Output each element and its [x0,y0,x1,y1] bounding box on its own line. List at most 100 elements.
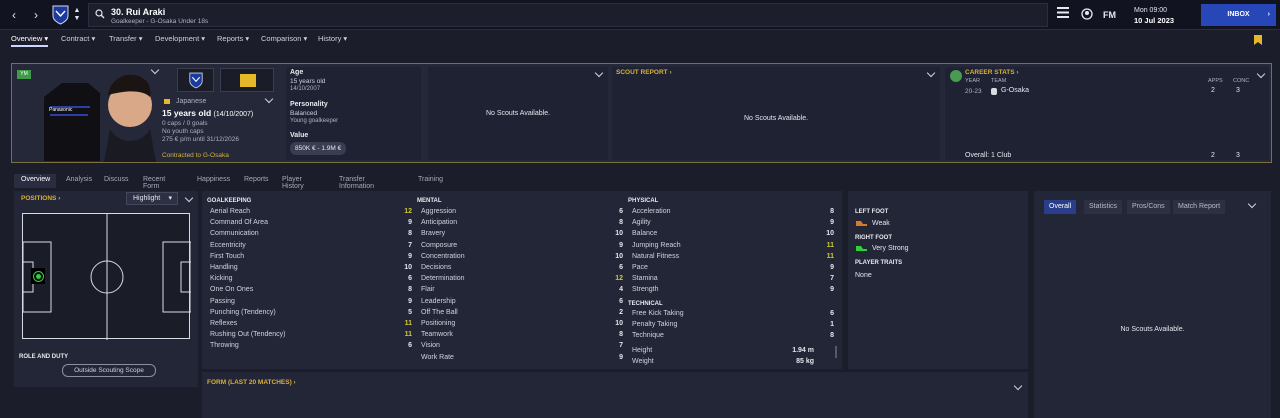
chevron-down-icon[interactable] [1013,381,1023,391]
attribute-row[interactable]: Passing 9 [210,298,412,309]
attribute-row[interactable]: Penalty Taking 1 [632,321,834,332]
manager-icon[interactable] [1081,8,1093,21]
attribute-row[interactable]: Decisions 6 [421,264,623,275]
positions-link[interactable]: POSITIONS › [21,195,60,202]
attribute-row[interactable]: Natural Fitness 11 [632,253,834,264]
career-stats-link[interactable]: CAREER STATS › [965,69,1019,76]
tab-recent-form[interactable]: Recent Form [143,176,165,190]
menu-history[interactable]: History ▾ [318,34,347,43]
attribute-row[interactable]: First Touch 9 [210,253,412,264]
tab-analysis[interactable]: Analysis [66,176,92,183]
attribute-row[interactable]: Technique 8 [632,332,834,343]
attribute-row[interactable]: Concentration 10 [421,253,623,264]
search-icon[interactable] [95,9,105,19]
attribute-row[interactable]: Communication 8 [210,230,412,241]
attribute-row[interactable]: Strength 9 [632,286,834,297]
highlight-dropdown[interactable]: Highlight ▾ [126,192,178,205]
attribute-row[interactable]: Balance 10 [632,230,834,241]
attribute-row[interactable]: Acceleration 8 [632,208,834,219]
attribute-row[interactable]: Throwing 6 [210,342,412,353]
attribute-value: 9 [408,219,412,227]
chevron-down-icon[interactable] [184,193,194,203]
attribute-row[interactable]: Composure 9 [421,242,623,253]
attribute-row[interactable]: Rushing Out (Tendency) 11 [210,331,412,342]
attribute-row[interactable]: Bravery 10 [421,230,623,241]
attribute-row[interactable]: Flair 4 [421,286,623,297]
menu-comparison[interactable]: Comparison ▾ [261,34,307,43]
attribute-row[interactable]: Pace 9 [632,264,834,275]
form-link[interactable]: FORM (LAST 20 MATCHES) › [207,379,296,386]
attribute-name: Acceleration [632,208,671,215]
tab-transfer-information[interactable]: Transfer Information [339,176,374,190]
tab-training[interactable]: Training [418,176,443,183]
menu-development[interactable]: Development ▾ [155,34,205,43]
attribute-row[interactable]: Leadership 6 [421,298,623,309]
nation-badge-box[interactable] [220,68,274,92]
attribute-value: 9 [830,219,834,227]
attribute-row[interactable]: Kicking 6 [210,275,412,286]
attribute-row[interactable]: Reflexes 11 [210,320,412,331]
form-panel: FORM (LAST 20 MATCHES) › [202,372,1028,418]
menu-transfer[interactable]: Transfer ▾ [109,34,143,43]
player-switch-icon[interactable]: ▲ ▼ [70,7,84,23]
chevron-down-icon[interactable] [264,94,274,104]
chevron-down-icon[interactable] [926,68,936,78]
tab-overall[interactable]: Overall [1044,200,1077,214]
forward-button[interactable]: › [29,7,43,23]
attribute-row[interactable]: Free Kick Taking 6 [632,310,834,321]
stats-team[interactable]: G-Osaka [1001,87,1029,94]
menu-reports[interactable]: Reports ▾ [217,34,249,43]
attribute-row[interactable]: Handling 10 [210,264,412,275]
attribute-row[interactable]: Stamina 7 [632,275,834,286]
attribute-row[interactable]: Anticipation 8 [421,219,623,230]
attribute-value: 8 [619,219,623,227]
attribute-row[interactable]: Command Of Area 9 [210,219,412,230]
tab-match-report[interactable]: Match Report [1173,200,1226,214]
tab-discuss[interactable]: Discuss [104,176,129,183]
menu-icon[interactable] [1057,7,1069,20]
attribute-row[interactable]: Aerial Reach 12 [210,208,412,219]
game-date[interactable]: Mon 09:00 10 Jul 2023 [1134,6,1174,27]
attribute-row[interactable]: Jumping Reach 11 [632,242,834,253]
attribute-row[interactable]: Determination 12 [421,275,623,286]
attribute-row[interactable]: Positioning 10 [421,320,623,331]
stats-conc: 3 [1236,87,1240,94]
chevron-down-icon[interactable] [1247,199,1257,209]
attribute-row[interactable]: Vision 7 [421,342,623,353]
attribute-name: Passing [210,297,235,305]
menu-overview[interactable]: Overview ▾ [11,34,49,47]
value-pill[interactable]: 850K € - 1.9M € [290,142,347,155]
attribute-value: 12 [615,275,623,283]
tab-happiness[interactable]: Happiness [197,176,230,183]
club-badge-box[interactable] [177,68,214,92]
tab-pros-cons[interactable]: Pros/Cons [1127,200,1170,214]
attribute-row[interactable]: One On Ones 8 [210,286,412,297]
attribute-name: Free Kick Taking [632,310,684,317]
attribute-row[interactable]: Work Rate 9 [421,354,623,365]
fm-logo[interactable]: FM [1103,10,1116,20]
inbox-button[interactable]: INBOX › [1201,4,1276,26]
attribute-value: 2 [619,308,623,316]
tab-statistics[interactable]: Statistics [1084,200,1123,214]
tab-overview[interactable]: Overview [21,176,50,183]
menu-contract[interactable]: Contract ▾ [61,34,95,43]
club-crest-icon[interactable] [52,5,69,25]
back-button[interactable]: ‹ [7,7,21,23]
attribute-row[interactable]: Aggression 6 [421,208,623,219]
scout-report-link[interactable]: SCOUT REPORT › [616,69,672,76]
tab-reports[interactable]: Reports [244,176,269,183]
attribute-row[interactable]: Teamwork 8 [421,331,623,342]
attribute-value: 6 [830,310,834,317]
goalkeeper-position-marker[interactable] [34,272,43,281]
tab-player-history[interactable]: Player History [282,176,304,190]
chevron-down-icon[interactable] [594,68,604,78]
attribute-name: Aggression [421,208,457,215]
attribute-row[interactable]: Eccentricity 7 [210,242,412,253]
scrollbar[interactable] [835,346,837,358]
weight-label: Weight [632,358,654,365]
attribute-row[interactable]: Agility 9 [632,219,834,230]
attribute-row[interactable]: Punching (Tendency) 5 [210,309,412,320]
chevron-down-icon[interactable] [1256,69,1266,79]
attribute-row[interactable]: Off The Ball 2 [421,309,623,320]
contract-status[interactable]: Contracted to G-Osaka [162,152,229,159]
